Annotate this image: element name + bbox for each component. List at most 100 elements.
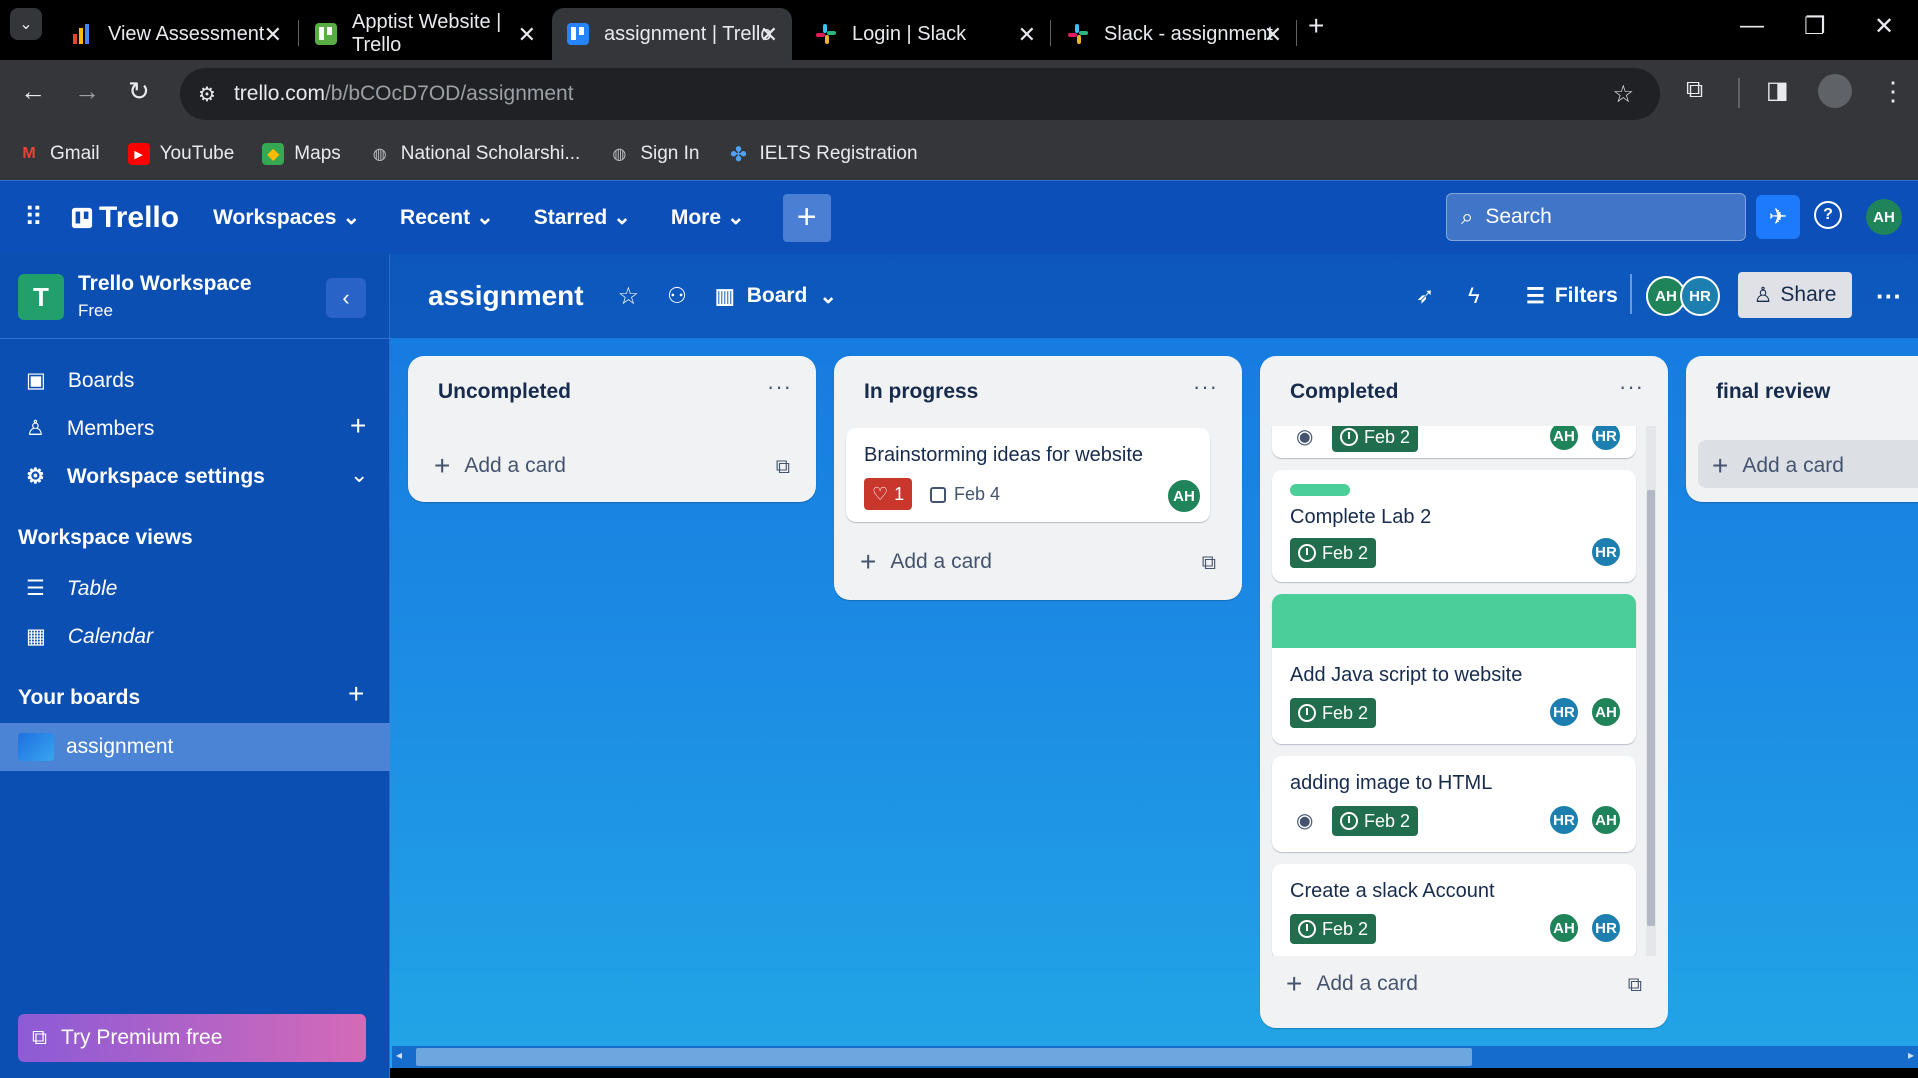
card-member-avatar[interactable]: HR [1548, 804, 1580, 836]
tab-login-slack[interactable]: Login | Slack ✕ [800, 8, 1050, 60]
star-icon[interactable]: ☆ [618, 282, 640, 311]
bookmark-youtube[interactable]: ▶ YouTube [127, 143, 234, 165]
due-date-badge[interactable]: Feb 2 [1332, 426, 1419, 452]
list-menu-dots-icon[interactable]: ··· [767, 374, 792, 400]
starred-menu[interactable]: Starred ⌄ [534, 205, 631, 230]
card-member-avatar[interactable]: AH [1166, 478, 1202, 514]
user-avatar[interactable]: AH [1866, 199, 1902, 235]
card-member-avatar[interactable]: HR [1590, 426, 1622, 452]
board-title[interactable]: assignment [428, 280, 584, 312]
list-title[interactable]: Completed [1290, 380, 1399, 404]
bookmark-maps[interactable]: ◆ Maps [262, 143, 341, 165]
card[interactable]: Complete Lab 2 Feb 2 HR [1272, 470, 1636, 582]
help-icon[interactable]: ? [1814, 201, 1842, 229]
window-close-icon[interactable]: ✕ [1874, 12, 1894, 41]
back-arrow-icon[interactable]: ← [20, 76, 46, 107]
card-label-green[interactable] [1290, 484, 1350, 496]
list-scrollbar[interactable] [1646, 426, 1656, 956]
sidebar-item-workspace-settings[interactable]: ⚙ Workspace settings [26, 464, 265, 489]
list-menu-dots-icon[interactable]: ··· [1619, 374, 1644, 400]
list-title[interactable]: Uncompleted [438, 380, 571, 404]
scrollbar-thumb[interactable] [416, 1048, 1472, 1066]
list-menu-dots-icon[interactable]: ··· [1193, 374, 1218, 400]
list-title[interactable]: final review [1716, 380, 1830, 404]
add-card-button[interactable]: + Add a card [434, 450, 566, 482]
add-member-plus-icon[interactable]: + [350, 410, 366, 442]
share-button[interactable]: ♙ Share [1738, 272, 1852, 318]
sidebar-item-members[interactable]: ♙ Members [26, 416, 154, 441]
bookmark-national-scholarship[interactable]: ◍ National Scholarshi... [369, 143, 581, 165]
reload-icon[interactable]: ↻ [128, 76, 150, 107]
minimize-icon[interactable]: — [1740, 12, 1764, 40]
sidebar-view-table[interactable]: ☰ Table [26, 576, 117, 601]
tab-search-chevron-icon[interactable]: ⌄ [10, 8, 42, 40]
card-member-avatar[interactable]: AH [1590, 804, 1622, 836]
close-icon[interactable]: ✕ [518, 22, 536, 48]
sidebar-view-calendar[interactable]: ▦ Calendar [26, 624, 153, 649]
scroll-left-arrow-icon[interactable]: ◂ [396, 1048, 402, 1062]
notifications-button[interactable]: ✈ [1756, 195, 1800, 239]
list-cards-scroll[interactable]: ◉ Feb 2 AH HR Complete Lab 2 Feb 2 HR Ad… [1260, 426, 1668, 956]
site-settings-icon[interactable]: ⚙ [198, 82, 216, 107]
collapse-sidebar-button[interactable]: ‹ [326, 278, 366, 318]
visibility-icon[interactable]: ⚇ [667, 283, 687, 309]
workspace-name[interactable]: Trello Workspace [78, 272, 252, 296]
trello-logo[interactable]: Trello [71, 201, 179, 235]
add-card-button[interactable]: + Add a card [1286, 968, 1418, 1000]
card[interactable]: ◉ Feb 2 AH HR [1272, 426, 1636, 458]
due-date-badge[interactable]: Feb 2 [1332, 806, 1419, 836]
card[interactable]: Create a slack Account Feb 2 AH HR [1272, 864, 1636, 956]
sidebar-board-assignment[interactable]: assignment [0, 723, 390, 771]
bookmark-ielts[interactable]: ✤ IELTS Registration [727, 143, 917, 166]
vote-badge[interactable]: ♡ 1 [864, 478, 913, 510]
list-scrollbar-thumb[interactable] [1647, 490, 1655, 926]
extensions-icon[interactable]: ⧉ [1686, 76, 1703, 104]
close-icon[interactable]: ✕ [264, 22, 282, 48]
close-icon[interactable]: ✕ [1264, 22, 1282, 48]
more-menu[interactable]: More ⌄ [671, 205, 745, 230]
due-date-badge[interactable]: Feb 2 [1290, 698, 1377, 728]
scroll-right-arrow-icon[interactable]: ▸ [1908, 1048, 1914, 1062]
tab-apptist-website[interactable]: Apptist Website | Trello ✕ [300, 8, 550, 60]
template-card-icon[interactable]: ⧉ [1628, 974, 1642, 997]
add-card-button[interactable]: + Add a card [860, 546, 992, 578]
list-title[interactable]: In progress [864, 380, 978, 404]
automation-bolt-icon[interactable]: ϟ [1468, 283, 1480, 309]
new-tab-plus-icon[interactable]: + [1308, 10, 1324, 42]
board-member-avatar[interactable]: HR [1680, 276, 1720, 316]
template-card-icon[interactable]: ⧉ [1202, 552, 1216, 575]
add-board-plus-icon[interactable]: + [348, 678, 364, 710]
card-member-avatar[interactable]: AH [1548, 426, 1580, 452]
tab-slack-assignment[interactable]: Slack - assignment - Assi ✕ [1052, 8, 1296, 60]
close-icon[interactable]: ✕ [1018, 22, 1036, 48]
card-member-avatar[interactable]: AH [1590, 696, 1622, 728]
sidebar-item-boards[interactable]: ▣ Boards [26, 368, 134, 393]
browser-menu-icon[interactable]: ⋮ [1880, 76, 1906, 107]
board-view-switcher[interactable]: ▥ Board ⌄ [715, 284, 837, 309]
template-card-icon[interactable]: ⧉ [776, 456, 790, 479]
card-member-avatar[interactable]: HR [1590, 912, 1622, 944]
recent-menu[interactable]: Recent ⌄ [400, 205, 494, 230]
bookmark-gmail[interactable]: M Gmail [18, 143, 99, 165]
address-bar[interactable]: ⚙ trello.com/b/bCOcD7OD/assignment ☆ [180, 68, 1660, 120]
create-button[interactable]: + [782, 193, 831, 242]
due-date-badge[interactable]: Feb 2 [1290, 914, 1377, 944]
try-premium-button[interactable]: ⧉ Try Premium free [18, 1014, 366, 1062]
card-member-avatar[interactable]: AH [1548, 912, 1580, 944]
side-panel-icon[interactable]: ◨ [1766, 76, 1789, 105]
bookmark-star-icon[interactable]: ☆ [1612, 80, 1634, 109]
card-member-avatar[interactable]: HR [1548, 696, 1580, 728]
tab-assignment-trello[interactable]: assignment | Trello ✕ [552, 8, 792, 60]
card[interactable]: adding image to HTML ◉ Feb 2 HR AH [1272, 756, 1636, 852]
card[interactable]: Brainstorming ideas for website ♡ 1 Feb 4… [846, 428, 1210, 522]
workspaces-menu[interactable]: Workspaces ⌄ [213, 205, 360, 230]
filters-button[interactable]: ☰ Filters [1526, 284, 1618, 309]
restore-icon[interactable]: ❐ [1804, 12, 1826, 41]
board-horizontal-scrollbar[interactable]: ◂ ▸ [392, 1046, 1918, 1068]
card[interactable]: Add Java script to website Feb 2 HR AH [1272, 594, 1636, 744]
card-member-avatar[interactable]: HR [1590, 536, 1622, 568]
search-input[interactable]: ⌕ Search [1446, 193, 1746, 241]
tab-view-assessment[interactable]: View Assessment ✕ [56, 8, 296, 60]
add-card-button[interactable]: + Add a card [1712, 450, 1844, 482]
board-menu-dots-icon[interactable]: ··· [1876, 281, 1902, 312]
